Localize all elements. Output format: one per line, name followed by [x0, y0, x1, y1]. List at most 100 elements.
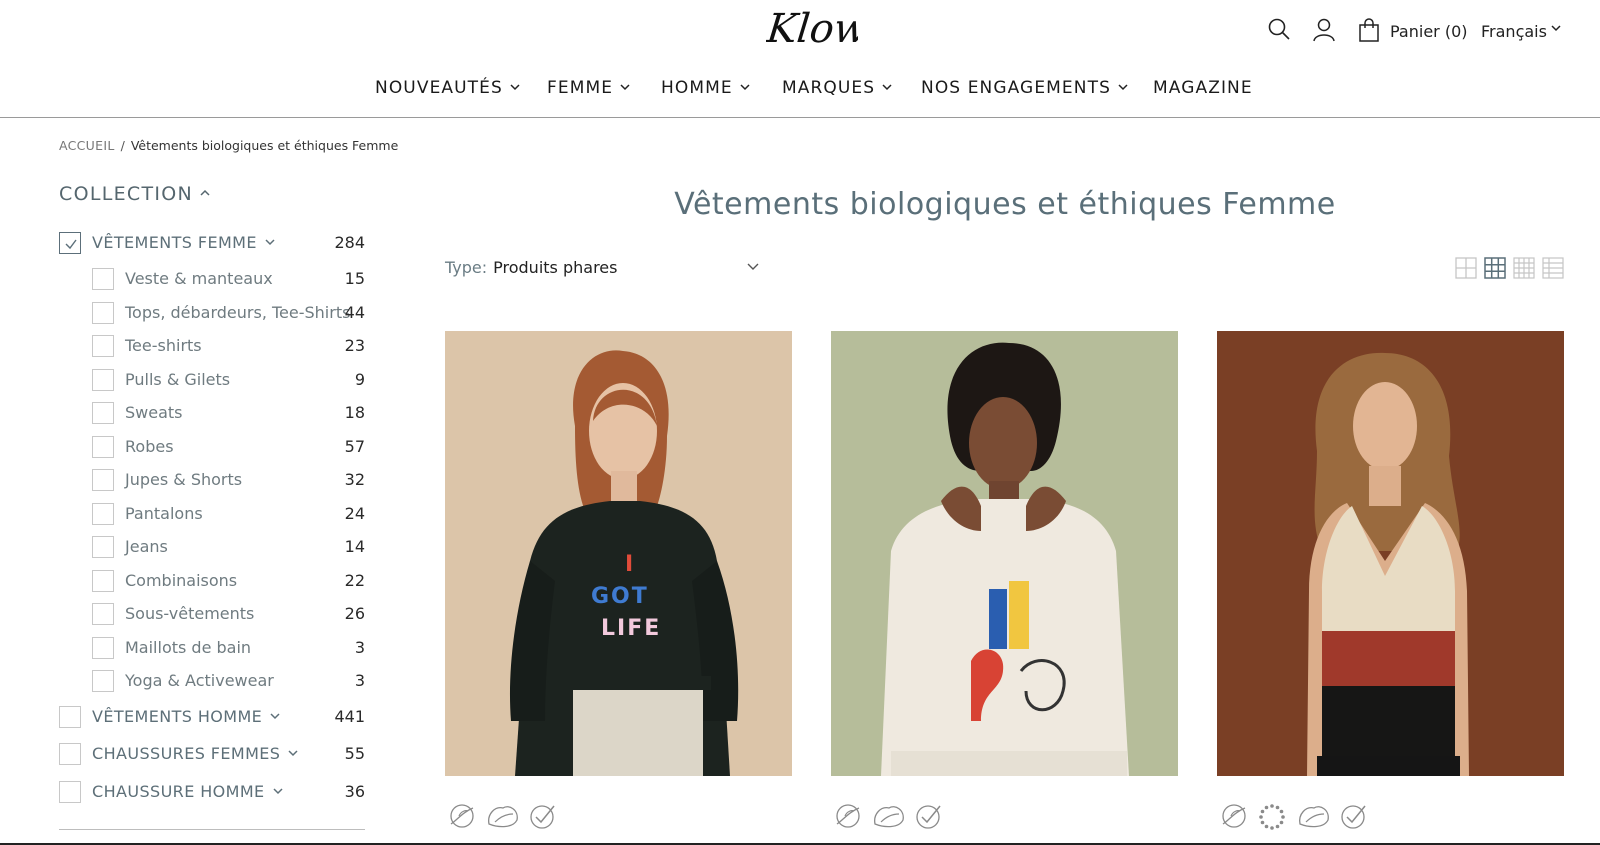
filter-category-row[interactable]: CHAUSSURE HOMME 36	[59, 780, 365, 805]
cart-icon[interactable]	[1359, 18, 1379, 42]
nav-item-nouveautes[interactable]: NOUVEAUTÉS	[375, 78, 520, 98]
filter-checkbox[interactable]	[59, 232, 81, 254]
breadcrumb-current: Vêtements biologiques et éthiques Femme	[130, 138, 399, 153]
filter-checkbox[interactable]	[92, 636, 114, 659]
account-icon[interactable]	[1313, 18, 1335, 42]
vegan-icon	[1222, 804, 1246, 828]
filter-checkbox[interactable]	[59, 743, 81, 765]
sort-select[interactable]: Type: Produits phares	[445, 258, 617, 277]
product-card-1[interactable]: I GOT LIFE	[445, 331, 792, 776]
grid-4-icon[interactable]	[1513, 257, 1535, 279]
filter-checkbox[interactable]	[92, 502, 114, 525]
filter-subcategory-label[interactable]: Jupes & Shorts	[125, 470, 242, 489]
certified-icon	[530, 805, 555, 829]
vegan-icon	[450, 804, 474, 828]
filter-subcategory-row[interactable]: Jupes & Shorts 32	[92, 469, 365, 493]
organic-leaf-icon	[1299, 806, 1329, 828]
filter-subcategory-row[interactable]: Combinaisons 22	[92, 569, 365, 594]
language-selector[interactable]: Français	[1481, 22, 1547, 41]
filter-checkbox[interactable]	[92, 301, 114, 324]
chevron-up-icon	[200, 189, 210, 196]
chevron-down-icon	[265, 239, 275, 246]
filter-subcategory-label[interactable]: Tee-shirts	[125, 336, 202, 355]
chevron-down-icon	[288, 750, 298, 757]
filter-checkbox[interactable]	[92, 368, 114, 391]
filter-count: 441	[334, 706, 365, 726]
filter-checkbox[interactable]	[92, 670, 114, 692]
search-icon[interactable]	[1268, 18, 1290, 40]
filter-subcategory-label[interactable]: Jeans	[125, 537, 168, 556]
filter-checkbox[interactable]	[92, 569, 114, 592]
filter-checkbox[interactable]	[92, 536, 114, 558]
main-nav: NOUVEAUTÉS FEMME HOMME MARQUES NOS ENGAG…	[0, 78, 1600, 106]
filter-subcategory-label[interactable]: Robes	[125, 437, 174, 456]
chevron-down-icon	[273, 787, 283, 794]
site-header: Klow Panier (0) Français NOUVEAUTÉS FEMM…	[0, 0, 1600, 118]
nav-item-femme[interactable]: FEMME	[547, 78, 630, 98]
filter-count: 9	[354, 369, 365, 389]
certified-icon	[1341, 805, 1366, 829]
chevron-down-icon[interactable]	[747, 263, 759, 271]
klow-logo[interactable]: Klow	[766, 2, 858, 58]
filter-checkbox[interactable]	[59, 780, 81, 803]
filter-subcategory-row[interactable]: Jeans 14	[92, 536, 365, 560]
product-card-2[interactable]	[831, 331, 1178, 776]
filter-category-row[interactable]: VÊTEMENTS HOMME 441	[59, 705, 365, 730]
filter-category-label[interactable]: CHAUSSURE HOMME	[92, 782, 283, 801]
filter-checkbox[interactable]	[92, 268, 114, 290]
woman-black-sweatshirt-image: I GOT LIFE	[445, 331, 792, 776]
filter-subcategory-label[interactable]: Yoga & Activewear	[125, 671, 274, 690]
chevron-down-icon[interactable]	[1551, 23, 1561, 33]
filter-subcategory-label[interactable]: Maillots de bain	[125, 638, 251, 657]
sidebar-divider	[59, 829, 365, 830]
filter-subcategory-row[interactable]: Robes 57	[92, 435, 365, 460]
filter-checkbox[interactable]	[92, 402, 114, 424]
breadcrumb-home[interactable]: ACCUEIL	[59, 138, 115, 153]
filter-subcategory-row[interactable]: Sweats 18	[92, 402, 365, 426]
filter-count: 14	[344, 537, 365, 556]
filter-subcategory-label[interactable]: Pantalons	[125, 504, 203, 523]
filter-checkbox[interactable]	[92, 469, 114, 491]
filter-subcategory-row[interactable]: Veste & manteaux 15	[92, 268, 365, 292]
grid-2-icon[interactable]	[1455, 257, 1477, 279]
filter-subcategory-row[interactable]: Yoga & Activewear 3	[92, 670, 365, 694]
cart-label[interactable]: Panier (0)	[1390, 22, 1468, 41]
filter-category-row[interactable]: VÊTEMENTS FEMME 284	[59, 232, 365, 256]
nav-item-magazine[interactable]: MAGAZINE	[1153, 78, 1253, 98]
nav-item-homme[interactable]: HOMME	[661, 78, 750, 98]
filter-subcategory-label[interactable]: Pulls & Gilets	[125, 370, 230, 389]
filter-checkbox[interactable]	[92, 603, 114, 625]
filter-checkbox[interactable]	[92, 335, 114, 357]
filter-category-label[interactable]: VÊTEMENTS HOMME	[92, 707, 280, 726]
filter-category-label[interactable]: VÊTEMENTS FEMME	[92, 233, 275, 252]
filter-subcategory-row[interactable]: Tee-shirts 23	[92, 335, 365, 359]
svg-text:GOT: GOT	[591, 584, 649, 609]
filter-count: 284	[334, 233, 365, 252]
product-card-3[interactable]	[1217, 331, 1564, 776]
collection-filter-title[interactable]: COLLECTION	[59, 183, 210, 205]
filter-subcategory-label[interactable]: Veste & manteaux	[125, 269, 273, 288]
filter-category-row[interactable]: CHAUSSURES FEMMES 55	[59, 743, 365, 767]
filter-subcategory-label[interactable]: Sous-vêtements	[125, 604, 254, 623]
grid-3-icon[interactable]	[1484, 257, 1506, 279]
nav-item-nos-engagements[interactable]: NOS ENGAGEMENTS	[921, 78, 1128, 98]
chevron-down-icon	[510, 83, 520, 90]
eu-label-icon	[1259, 804, 1285, 830]
filter-subcategory-row[interactable]: Sous-vêtements 26	[92, 603, 365, 627]
filter-count: 32	[344, 470, 365, 489]
filter-subcategory-row[interactable]: Tops, débardeurs, Tee-Shirts 44	[92, 301, 365, 326]
filter-subcategory-row[interactable]: Maillots de bain 3	[92, 636, 365, 661]
filter-checkbox[interactable]	[59, 705, 81, 728]
filter-subcategory-row[interactable]: Pantalons 24	[92, 502, 365, 527]
filter-count: 3	[354, 637, 365, 657]
filter-checkbox[interactable]	[92, 435, 114, 458]
filter-subcategory-label[interactable]: Sweats	[125, 403, 183, 422]
list-icon[interactable]	[1542, 257, 1564, 279]
filter-count: 57	[344, 436, 365, 456]
filter-subcategory-row[interactable]: Pulls & Gilets 9	[92, 368, 365, 393]
nav-item-marques[interactable]: MARQUES	[782, 78, 892, 98]
filter-count: 3	[354, 671, 365, 690]
filter-category-label[interactable]: CHAUSSURES FEMMES	[92, 744, 298, 763]
filter-subcategory-label[interactable]: Combinaisons	[125, 571, 237, 590]
filter-count: 36	[344, 781, 365, 801]
